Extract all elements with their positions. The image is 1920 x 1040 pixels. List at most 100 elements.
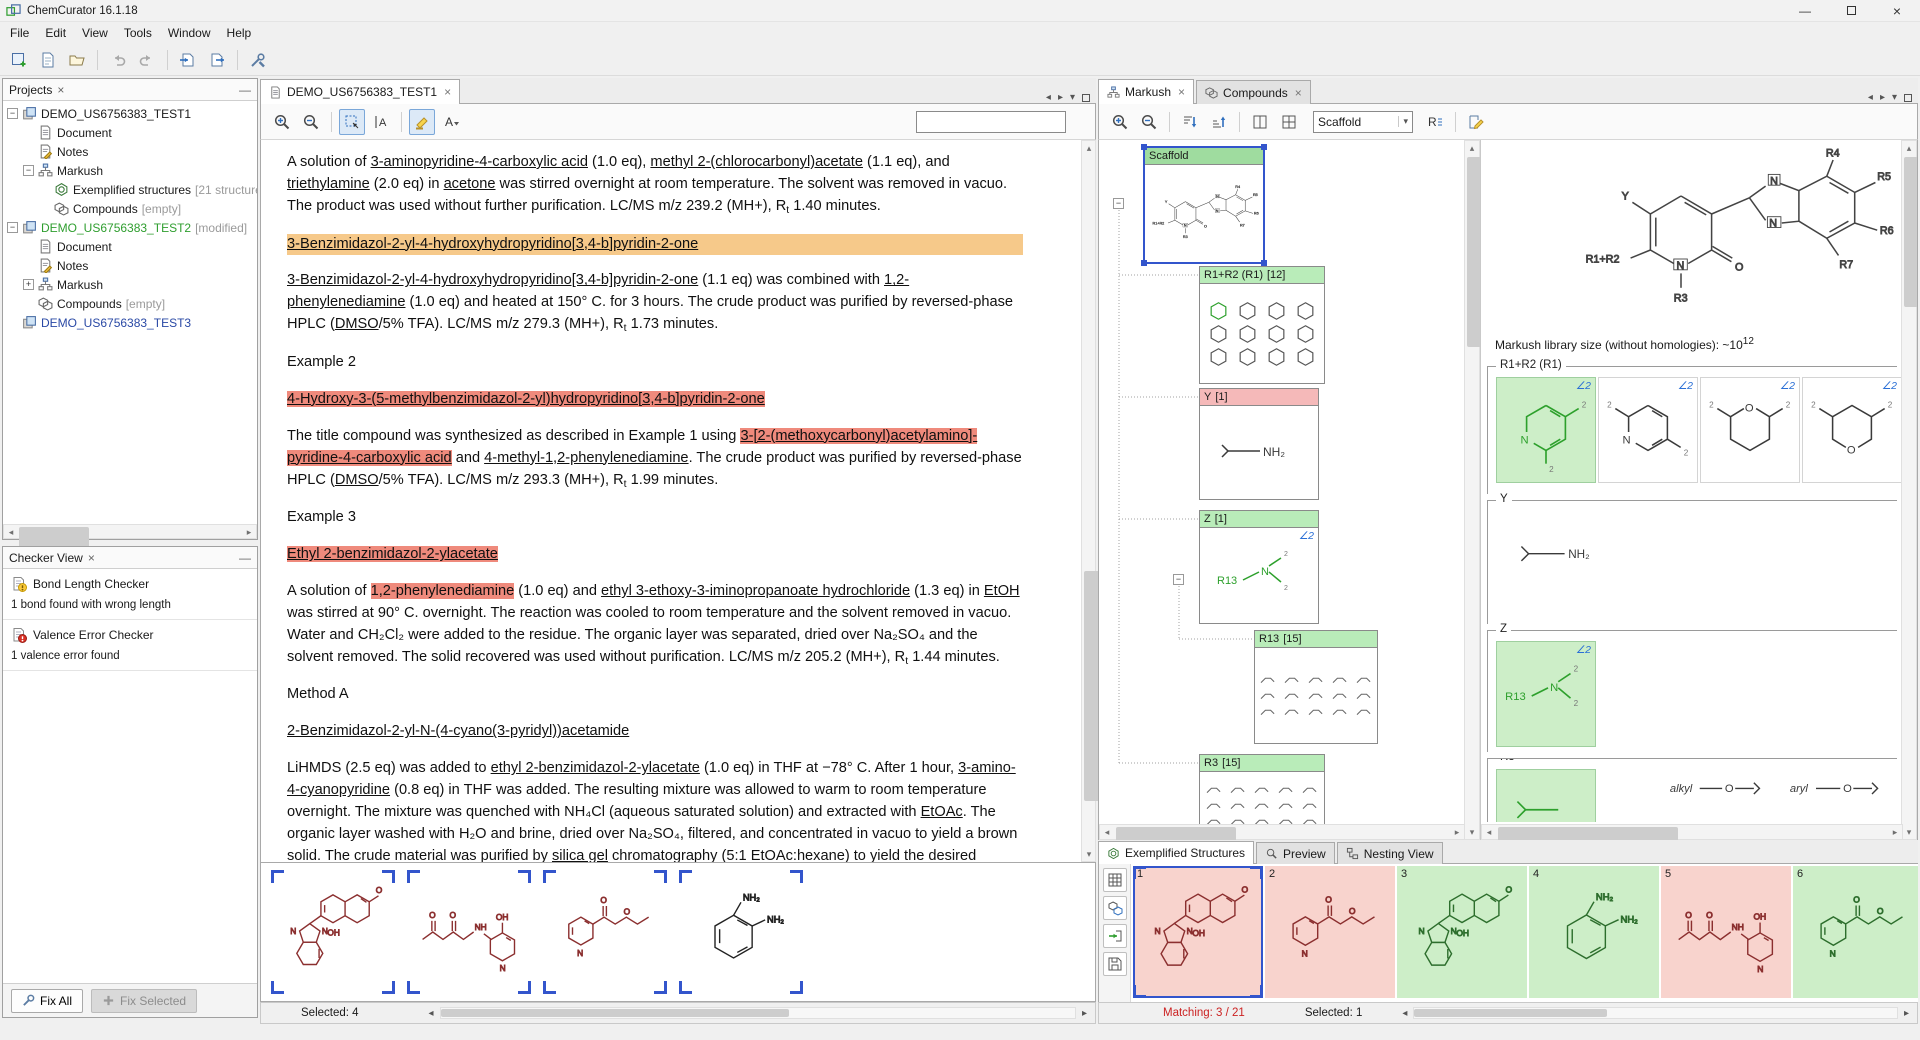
tree-item[interactable]: Compounds[empty] [3, 294, 257, 313]
fragment-thumb[interactable] [1204, 815, 1224, 825]
scroll-left-icon[interactable]: ◂ [1402, 1008, 1407, 1019]
import-button[interactable] [175, 47, 201, 73]
zoom-in-button[interactable] [1107, 109, 1133, 135]
maximize-panel-icon[interactable] [1904, 94, 1912, 102]
minimize-button[interactable]: — [1782, 0, 1828, 21]
scroll-left-icon[interactable]: ◂ [1482, 825, 1496, 839]
z-fragment[interactable]: ∠2 R13N22 [1496, 641, 1596, 747]
structure-card-4[interactable]: 4 NH₂ NH₂ [1529, 866, 1659, 998]
r1r2-option-1[interactable]: ∠2 N22 [1496, 377, 1596, 483]
tree-item[interactable]: Notes [3, 256, 257, 275]
structure-thumb-4[interactable]: NH₂ NH₂ [679, 870, 803, 994]
tree-item[interactable]: Notes [3, 142, 257, 161]
tab-list-icon[interactable]: ▾ [1070, 92, 1075, 103]
zoom-out-button[interactable] [1136, 109, 1162, 135]
tree-node-r13[interactable]: R13[15] [1254, 630, 1378, 744]
fragment-thumb[interactable] [1276, 799, 1296, 813]
scroll-up-icon[interactable]: ▴ [1902, 141, 1916, 155]
scroll-right-icon[interactable]: ▸ [1082, 1008, 1087, 1019]
tree-expander-icon[interactable]: + [23, 279, 34, 290]
fragment-thumb[interactable] [1264, 300, 1289, 322]
menu-view[interactable]: View [74, 23, 116, 43]
tree-item[interactable]: Exemplified structures[21 structures] [3, 180, 257, 199]
fragment-thumb[interactable] [1330, 705, 1350, 719]
structure-card-5[interactable]: 5 OO NH OH N [1661, 866, 1791, 998]
copy-structures-button[interactable] [1103, 896, 1127, 920]
r1r2-option-4[interactable]: ∠2 O22 [1802, 377, 1902, 483]
checker-item[interactable]: Valence Error Checker1 valence error fou… [3, 620, 257, 671]
document-v-scrollbar[interactable]: ▴ ▾ [1081, 140, 1096, 862]
scroll-left-icon[interactable]: ◂ [4, 525, 18, 539]
r1r2-option-2[interactable]: ∠2 N22 [1598, 377, 1698, 483]
scroll-down-icon[interactable]: ▾ [1902, 825, 1916, 839]
menu-edit[interactable]: Edit [37, 23, 74, 43]
edit-structure-button[interactable] [1463, 109, 1489, 135]
markush-tree-h-scrollbar[interactable]: ◂ ▸ [1099, 824, 1465, 840]
scroll-up-icon[interactable]: ▴ [1465, 141, 1479, 155]
tab-markush[interactable]: Markush × [1098, 79, 1194, 104]
tab-compounds[interactable]: Compounds × [1196, 80, 1311, 104]
tree-node-z[interactable]: Z[1] ∠2 R13N22 [1199, 510, 1319, 624]
fragment-thumb[interactable] [1258, 673, 1278, 687]
markush-tree-v-scrollbar[interactable]: ▴ ▾ [1464, 140, 1480, 840]
tree-item[interactable]: −Markush [3, 161, 257, 180]
tree-expander-icon[interactable]: − [1113, 198, 1124, 209]
structure-card-1[interactable]: 1 O OH N N [1133, 866, 1263, 998]
fragment-thumb[interactable] [1354, 689, 1374, 703]
fragment-thumb[interactable] [1293, 300, 1318, 322]
fragment-thumb[interactable] [1306, 673, 1326, 687]
structure-thumb-3[interactable]: O O N [543, 870, 667, 994]
tree-item[interactable]: Document [3, 123, 257, 142]
fragment-thumb[interactable] [1300, 815, 1320, 825]
fragment-thumb[interactable] [1293, 323, 1318, 345]
fragment-thumb[interactable] [1204, 799, 1224, 813]
layout-grid-button[interactable] [1276, 109, 1302, 135]
fragment-thumb[interactable] [1235, 300, 1260, 322]
fragment-thumb[interactable] [1300, 783, 1320, 797]
markush-detail-h-scrollbar[interactable]: ◂ ▸ [1481, 824, 1903, 840]
fragment-thumb[interactable] [1282, 705, 1302, 719]
sort-descending-button[interactable] [1177, 109, 1203, 135]
document-search-input[interactable] [916, 111, 1066, 133]
fragment-thumb[interactable] [1258, 705, 1278, 719]
close-icon[interactable]: × [88, 551, 95, 565]
menu-window[interactable]: Window [160, 23, 219, 43]
redo-button[interactable] [134, 47, 160, 73]
tree-expander-icon[interactable]: − [23, 165, 34, 176]
tab-preview[interactable]: Preview [1256, 842, 1335, 864]
font-tool[interactable]: A [438, 109, 464, 135]
fragment-thumb[interactable] [1293, 346, 1318, 368]
fragment-thumb[interactable] [1282, 689, 1302, 703]
grid-view-button[interactable] [1103, 868, 1127, 892]
open-button[interactable] [64, 47, 90, 73]
fix-all-button[interactable]: Fix All [11, 989, 83, 1013]
undo-button[interactable] [105, 47, 131, 73]
structure-card-6[interactable]: 6 O O N [1793, 866, 1918, 998]
tree-item[interactable]: −DEMO_US6756383_TEST2[modified] [3, 218, 257, 237]
scroll-right-icon[interactable]: ▸ [1450, 825, 1464, 839]
menu-file[interactable]: File [2, 23, 37, 43]
nav-right-icon[interactable]: ▸ [1880, 92, 1885, 103]
fragment-thumb[interactable] [1276, 783, 1296, 797]
tab-close-icon[interactable]: × [1178, 85, 1185, 99]
text-select-tool[interactable]: A [368, 109, 394, 135]
close-icon[interactable]: × [57, 83, 64, 97]
structure-card-2[interactable]: 2 O O N [1265, 866, 1395, 998]
tab-exemplified-structures[interactable]: Exemplified Structures [1098, 841, 1254, 864]
zoom-in-button[interactable] [269, 109, 295, 135]
fragment-thumb[interactable] [1206, 300, 1231, 322]
maximize-panel-icon[interactable] [1082, 94, 1090, 102]
minimize-icon[interactable]: — [239, 551, 251, 565]
new-document-button[interactable] [35, 47, 61, 73]
fragment-thumb[interactable] [1354, 673, 1374, 687]
nav-left-icon[interactable]: ◂ [1046, 92, 1051, 103]
projects-h-scrollbar[interactable]: ◂ ▸ [3, 524, 257, 539]
tree-item[interactable]: −DEMO_US6756383_TEST1 [3, 104, 257, 123]
close-button[interactable]: × [1874, 0, 1920, 21]
scroll-left-icon[interactable]: ◂ [429, 1008, 434, 1019]
fragment-thumb[interactable] [1306, 689, 1326, 703]
y-fragment[interactable]: NH₂ [1498, 519, 1678, 604]
tab-close-icon[interactable]: × [444, 85, 451, 99]
tab-list-icon[interactable]: ▾ [1892, 92, 1897, 103]
minimize-icon[interactable]: — [239, 83, 251, 97]
